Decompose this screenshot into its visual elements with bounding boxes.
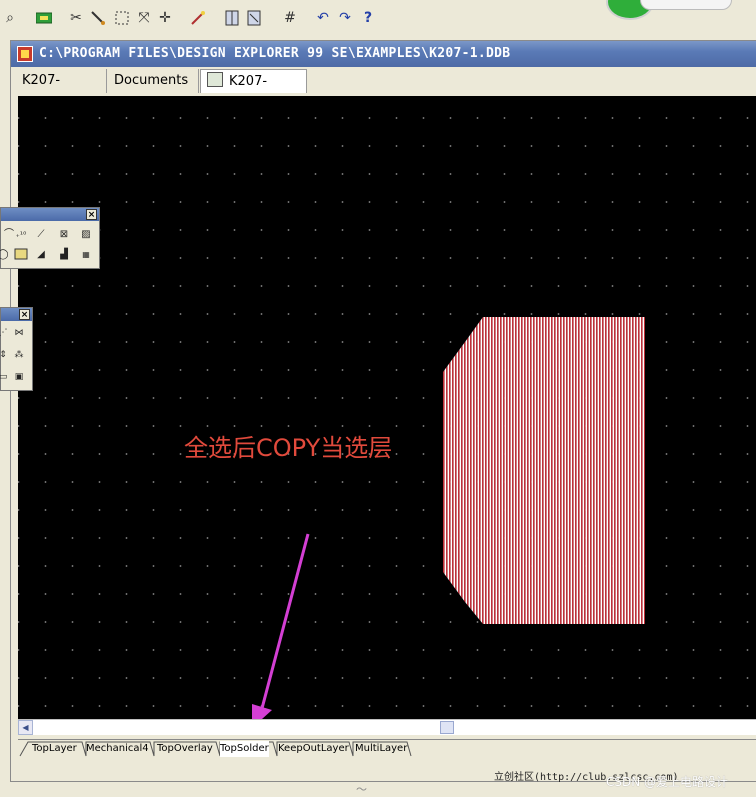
- layer-tab-topoverlay[interactable]: TopOverlay: [157, 741, 213, 757]
- align-left-icon[interactable]: ⋰: [0, 326, 11, 340]
- circle-icon[interactable]: ◯: [0, 248, 11, 262]
- scroll-left-icon[interactable]: ◀: [18, 720, 33, 735]
- undo-icon[interactable]: ↶: [313, 8, 333, 28]
- app-icon: [17, 46, 33, 62]
- bottom-mark-icon: 〜: [356, 783, 367, 796]
- fill-icon[interactable]: [13, 248, 29, 262]
- redo-icon[interactable]: ↷: [335, 8, 355, 28]
- wire-icon[interactable]: [88, 8, 108, 28]
- layer-tab-keepoutlayer[interactable]: KeepOutLayer: [278, 741, 349, 757]
- pcb-canvas[interactable]: 全选后COPY当选层: [18, 96, 756, 719]
- pcb-green-icon[interactable]: [34, 8, 54, 28]
- tab-pcb[interactable]: K207-1.PCB: [200, 69, 307, 113]
- polygon-icon[interactable]: ▨: [78, 228, 94, 242]
- main-toolbar: ⌕ ✂ ⤧ ✛ # ↶ ↷ ?: [0, 0, 756, 38]
- close-icon[interactable]: ×: [19, 309, 30, 320]
- help-icon[interactable]: ?: [358, 8, 378, 28]
- horizontal-scrollbar[interactable]: ◀: [18, 719, 756, 735]
- grid-snap-icon[interactable]: ▣: [11, 370, 27, 384]
- layer-tab-mechanical4[interactable]: Mechanical4: [86, 741, 149, 757]
- layer-tabs: TopLayer Mechanical4 TopOverlay TopSolde…: [18, 739, 756, 760]
- watermark: CSDN @爱上电路设计: [606, 775, 729, 789]
- placement-tools-palette[interactable]: × ⌒ ₊¹⁰ ⟋ ⊠ ▨ ◯ ◢ ▟ ▦: [0, 207, 100, 269]
- book2-icon[interactable]: [244, 8, 264, 28]
- dimension-icon[interactable]: ₊¹⁰: [13, 228, 29, 242]
- layer-tab-topsolder[interactable]: TopSolder: [220, 741, 269, 757]
- alignment-tools-palette[interactable]: × ⋰ ⋈ ⇕ ⁂ ▭ ▣: [0, 307, 33, 391]
- wand-icon[interactable]: [188, 8, 208, 28]
- line-tool-icon[interactable]: ⟋: [33, 228, 49, 242]
- palette-titlebar[interactable]: [1, 208, 99, 221]
- align-right-icon[interactable]: ⋈: [11, 326, 27, 340]
- book-icon[interactable]: [222, 8, 242, 28]
- space-vertical-icon[interactable]: ⇕: [0, 348, 11, 362]
- keepout-icon[interactable]: ⊠: [56, 228, 72, 242]
- layer-tab-toplayer[interactable]: TopLayer: [32, 741, 77, 757]
- component-icon[interactable]: ▭: [0, 370, 11, 384]
- tab-ddb[interactable]: K207-1.DDB: [16, 69, 107, 112]
- step-fill-icon[interactable]: ▟: [56, 248, 72, 262]
- window-titlebar[interactable]: C:\PROGRAM FILES\DESIGN EXPLORER 99 SE\E…: [11, 41, 756, 67]
- grid-icon[interactable]: #: [280, 8, 300, 28]
- pcb-file-icon: [207, 72, 223, 87]
- cut-icon[interactable]: ✂: [66, 8, 86, 28]
- layer-tab-multilayer[interactable]: MultiLayer: [355, 741, 407, 757]
- select-icon[interactable]: [112, 8, 132, 28]
- array-icon[interactable]: ▦: [78, 248, 94, 262]
- tab-documents[interactable]: Documents: [108, 69, 199, 93]
- document-tabs: K207-1.DDB Documents K207-1.PCB: [16, 69, 756, 113]
- scroll-thumb[interactable]: [440, 721, 454, 734]
- zoom-icon[interactable]: ⌕: [0, 8, 20, 28]
- distribute-icon[interactable]: ⁂: [11, 348, 27, 362]
- cross-icon[interactable]: ✛: [155, 8, 175, 28]
- window-title: C:\PROGRAM FILES\DESIGN EXPLORER 99 SE\E…: [39, 46, 511, 61]
- copper-pad-shape[interactable]: [443, 317, 645, 624]
- annotation-text: 全选后COPY当选层: [184, 434, 393, 462]
- slope-fill-icon[interactable]: ◢: [33, 248, 49, 262]
- move-icon[interactable]: ⤧: [134, 8, 154, 28]
- status-pill: [640, 0, 732, 10]
- close-icon[interactable]: ×: [86, 209, 97, 220]
- pointer-arrow-icon: [252, 533, 310, 719]
- tab-documents-label: Documents: [114, 73, 189, 88]
